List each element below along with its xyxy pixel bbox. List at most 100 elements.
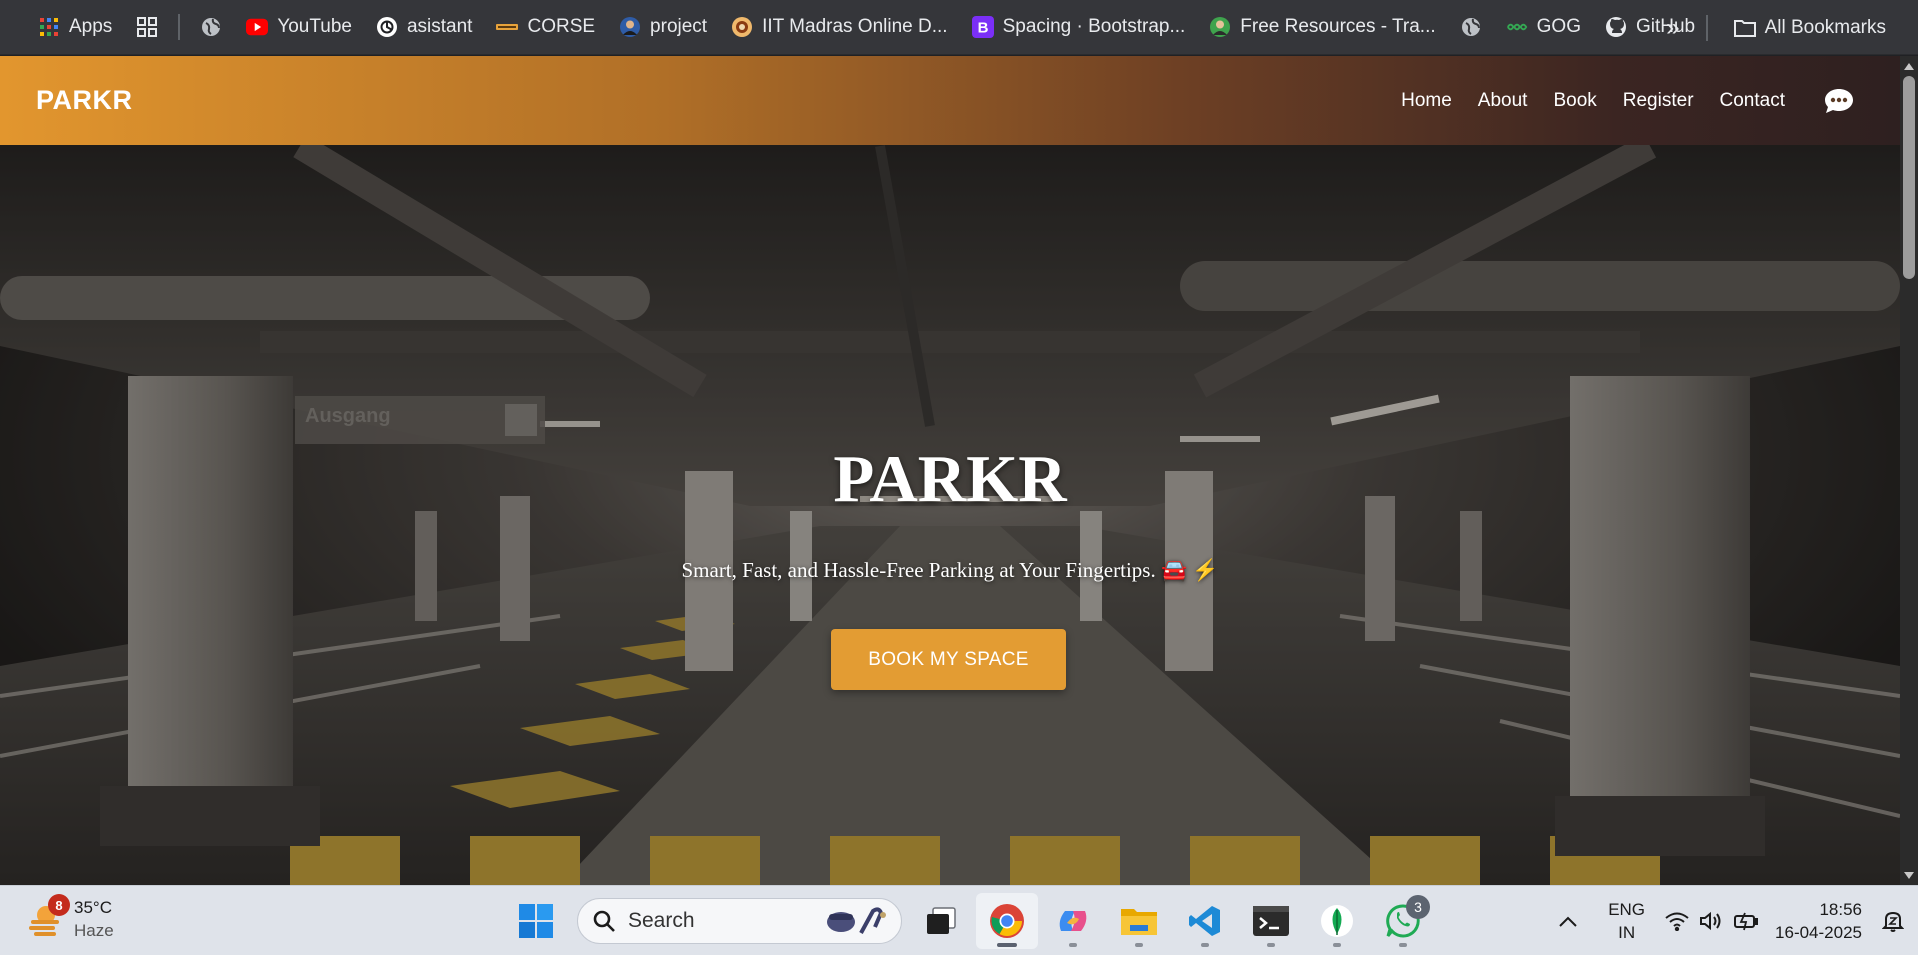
bookmarks-right: » All Bookmarks bbox=[1654, 8, 1898, 48]
scroll-down-arrow-icon[interactable] bbox=[1900, 867, 1918, 883]
scroll-up-arrow-icon[interactable] bbox=[1900, 58, 1918, 74]
bookmark-corse[interactable]: CORSE bbox=[484, 7, 607, 47]
page-scrollbar[interactable] bbox=[1900, 56, 1918, 885]
mongodb-taskbar-button[interactable] bbox=[1306, 893, 1368, 949]
terminal-icon bbox=[1253, 906, 1289, 936]
bookmark-label: Free Resources - Tra... bbox=[1240, 16, 1436, 37]
chevron-double-right-icon: » bbox=[1666, 14, 1680, 41]
svg-text:B: B bbox=[977, 20, 988, 37]
book-my-space-button[interactable]: BOOK MY SPACE bbox=[831, 629, 1066, 690]
iitm-icon bbox=[731, 16, 753, 38]
bootstrap-icon: B bbox=[971, 16, 994, 38]
clock-date: 16-04-2025 bbox=[1775, 923, 1862, 942]
clock[interactable]: 18:56 16-04-2025 bbox=[1775, 898, 1862, 944]
bookmarks-bar: Apps YouTube asistant CORSE project IIT … bbox=[0, 0, 1918, 55]
nav-contact[interactable]: Contact bbox=[1707, 90, 1798, 112]
start-button[interactable] bbox=[505, 893, 567, 949]
bookmark-gog[interactable]: GOG bbox=[1494, 7, 1593, 47]
apps-grid-icon bbox=[38, 16, 60, 38]
bookmark-label: CORSE bbox=[527, 16, 596, 37]
chat-button[interactable] bbox=[1820, 82, 1858, 120]
running-indicator bbox=[1135, 943, 1143, 947]
running-indicator bbox=[1201, 943, 1209, 947]
nav-about[interactable]: About bbox=[1465, 90, 1541, 112]
vscode-taskbar-button[interactable] bbox=[1174, 893, 1236, 949]
openai-icon bbox=[376, 16, 398, 38]
hero-title: PARKR bbox=[833, 442, 1067, 516]
nav-register[interactable]: Register bbox=[1610, 90, 1707, 112]
copilot-taskbar-button[interactable] bbox=[1042, 893, 1104, 949]
weather-temp: 35°C bbox=[74, 898, 112, 917]
bookmark-separator bbox=[1705, 15, 1708, 41]
tab-groups-button[interactable] bbox=[124, 7, 170, 47]
vscode-icon bbox=[1189, 906, 1220, 936]
system-tray: ENG IN 18:56 16-04-2025 bbox=[1550, 886, 1918, 955]
bookmark-iitm[interactable]: IIT Madras Online D... bbox=[719, 7, 960, 47]
wifi-icon bbox=[1665, 912, 1689, 931]
whatsapp-unread-badge: 3 bbox=[1406, 895, 1430, 919]
course-icon bbox=[496, 16, 519, 38]
nav-book[interactable]: Book bbox=[1540, 90, 1609, 112]
file-explorer-icon bbox=[1121, 909, 1157, 935]
bookmark-bootstrap[interactable]: B Spacing · Bootstrap... bbox=[960, 7, 1198, 47]
bookmark-label: Spacing · Bootstrap... bbox=[1002, 16, 1186, 37]
task-view-button[interactable] bbox=[910, 893, 972, 949]
site-navbar: PARKR Home About Book Register Contact bbox=[0, 56, 1900, 145]
chat-bubble-icon bbox=[1825, 88, 1853, 113]
region-code: IN bbox=[1618, 923, 1636, 942]
bookmark-project[interactable]: project bbox=[607, 7, 719, 47]
search-input[interactable] bbox=[628, 909, 818, 933]
taskbar-apps: 3 bbox=[505, 893, 1438, 949]
page-viewport: Ausgang PARKR Home About Book Register C… bbox=[0, 56, 1918, 885]
notifications-button[interactable] bbox=[1876, 909, 1910, 933]
tab-groups-icon bbox=[136, 16, 158, 38]
active-indicator bbox=[997, 943, 1017, 947]
running-indicator bbox=[1069, 943, 1077, 947]
volume-icon bbox=[1700, 911, 1721, 931]
network-status-button[interactable] bbox=[1665, 911, 1759, 931]
input-language[interactable]: ENG IN bbox=[1608, 898, 1645, 944]
windows-icon bbox=[519, 904, 553, 938]
hero-subtitle: Smart, Fast, and Hassle-Free Parking at … bbox=[681, 558, 1219, 582]
bookmarks-overflow-button[interactable]: » bbox=[1654, 8, 1691, 48]
weather-alert-badge: 8 bbox=[48, 894, 70, 916]
weather-widget[interactable]: 8 35°C Haze bbox=[26, 894, 114, 942]
bookmark-label: Apps bbox=[69, 16, 113, 37]
gog-icon bbox=[1506, 16, 1528, 38]
mongodb-compass-icon bbox=[1321, 905, 1353, 937]
file-explorer-taskbar-button[interactable] bbox=[1108, 893, 1170, 949]
running-indicator bbox=[1267, 943, 1275, 947]
avatar-icon bbox=[1209, 16, 1231, 38]
chevron-up-icon bbox=[1559, 916, 1577, 927]
chrome-taskbar-button[interactable] bbox=[976, 893, 1038, 949]
haze-weather-icon: 8 bbox=[26, 894, 70, 938]
nav-home[interactable]: Home bbox=[1388, 90, 1465, 112]
bookmark-separator bbox=[178, 14, 181, 40]
youtube-icon bbox=[246, 16, 269, 38]
bookmark-globe[interactable] bbox=[188, 7, 234, 47]
bookmark-free-resources[interactable]: Free Resources - Tra... bbox=[1197, 7, 1447, 47]
copilot-icon bbox=[1059, 911, 1087, 931]
show-hidden-icons-button[interactable] bbox=[1550, 916, 1586, 927]
github-icon bbox=[1605, 16, 1627, 38]
weather-condition: Haze bbox=[74, 921, 114, 940]
notification-bell-snooze-icon bbox=[1882, 911, 1904, 932]
bookmark-label: GOG bbox=[1536, 16, 1581, 37]
bookmark-apps[interactable]: Apps bbox=[26, 7, 124, 47]
bookmark-globe-2[interactable] bbox=[1448, 7, 1494, 47]
running-indicator bbox=[1399, 943, 1407, 947]
all-bookmarks-button[interactable]: All Bookmarks bbox=[1722, 8, 1898, 48]
search-highlight-icon bbox=[827, 907, 886, 934]
battery-charging-icon bbox=[1734, 912, 1759, 931]
taskbar-search[interactable] bbox=[577, 898, 902, 944]
scrollbar-thumb[interactable] bbox=[1903, 76, 1915, 279]
globe-icon bbox=[200, 16, 222, 38]
clock-time: 18:56 bbox=[1819, 900, 1862, 919]
brand-logo[interactable]: PARKR bbox=[36, 85, 133, 116]
bookmark-asistant[interactable]: asistant bbox=[364, 7, 484, 47]
whatsapp-taskbar-button[interactable]: 3 bbox=[1372, 893, 1434, 949]
bookmark-label: asistant bbox=[406, 16, 473, 37]
terminal-taskbar-button[interactable] bbox=[1240, 893, 1302, 949]
globe-icon bbox=[1460, 16, 1482, 38]
bookmark-youtube[interactable]: YouTube bbox=[234, 7, 364, 47]
